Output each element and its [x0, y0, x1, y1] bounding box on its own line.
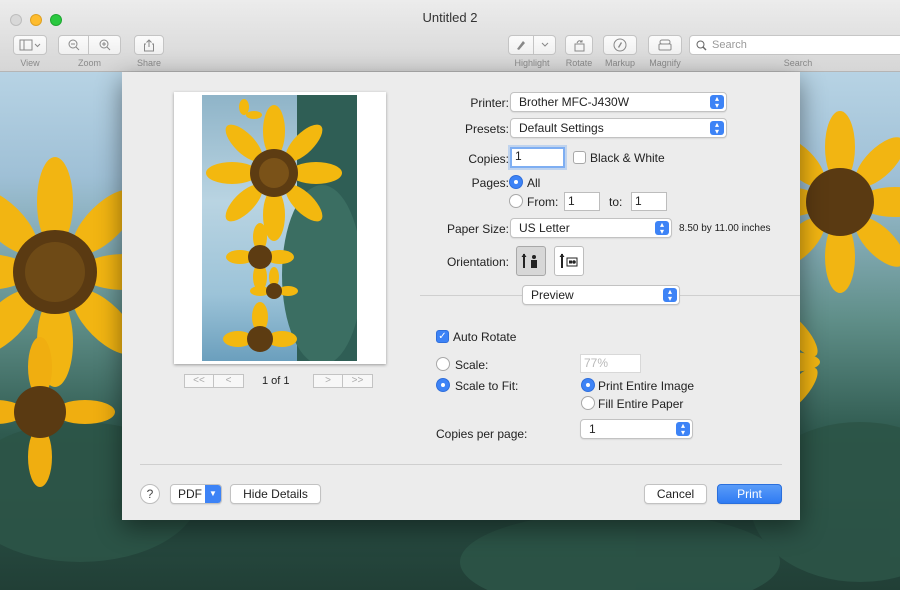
- zoom-out-button[interactable]: [58, 35, 89, 55]
- zoom-in-icon: [99, 39, 110, 51]
- preview-image: [202, 95, 357, 361]
- pager-back-group: << <: [184, 374, 244, 388]
- view-button[interactable]: [13, 35, 47, 55]
- highlight-button[interactable]: [508, 35, 534, 55]
- section-select[interactable]: Preview ▴ ▾: [522, 285, 680, 305]
- scale-field[interactable]: 77%: [580, 354, 641, 373]
- rotate-icon: [574, 39, 584, 51]
- window-title: Untitled 2: [422, 10, 478, 25]
- previous-page-button[interactable]: <: [214, 374, 244, 388]
- magnify-icon: [658, 39, 672, 51]
- presets-value: Default Settings: [519, 121, 604, 135]
- chevron-updown-icon: ▴ ▾: [663, 288, 677, 303]
- printer-label: Printer:: [470, 96, 509, 110]
- highlight-icon: [517, 41, 525, 50]
- highlight-label: Highlight: [514, 58, 550, 68]
- highlight-menu-button[interactable]: [534, 35, 556, 55]
- share-icon: [144, 38, 154, 51]
- zoom-in-button[interactable]: [89, 35, 121, 55]
- portrait-icon: [521, 253, 537, 268]
- auto-rotate-checkbox[interactable]: ✓: [436, 330, 449, 343]
- copies-per-page-select[interactable]: 1 ▴ ▾: [580, 419, 693, 439]
- landscape-icon: [559, 253, 578, 268]
- copies-field[interactable]: 1: [510, 147, 565, 168]
- scale-radio[interactable]: [436, 357, 450, 371]
- view-label: View: [20, 58, 40, 68]
- pager-forward-group: > >>: [313, 374, 373, 388]
- magnify-button[interactable]: [648, 35, 682, 55]
- scale-to-fit-label: Scale to Fit:: [455, 379, 519, 393]
- pages-all-radio[interactable]: [509, 175, 523, 189]
- print-dialog: << < 1 of 1 > >> Printer: Brother MFC-J4…: [122, 72, 800, 520]
- first-page-button[interactable]: <<: [184, 374, 214, 388]
- presets-select[interactable]: Default Settings ▴ ▾: [510, 118, 727, 138]
- pages-to-label: to:: [609, 195, 623, 209]
- printer-select[interactable]: Brother MFC-J430W ▴ ▾: [510, 92, 727, 112]
- paper-size-select[interactable]: US Letter ▴ ▾: [510, 218, 672, 238]
- rotate-label: Rotate: [565, 58, 593, 68]
- zoom-label: Zoom: [77, 58, 101, 68]
- orientation-label: Orientation:: [446, 255, 509, 269]
- chevron-down-icon: ▼: [205, 485, 221, 503]
- cancel-button[interactable]: Cancel: [644, 484, 707, 504]
- pdf-menu-button[interactable]: PDF ▼: [170, 484, 222, 504]
- chevron-updown-icon: ▴ ▾: [655, 221, 669, 236]
- sidebar-icon: [19, 39, 41, 51]
- paper-size-value: US Letter: [519, 221, 570, 235]
- print-button[interactable]: Print: [717, 484, 782, 504]
- zoom-out-icon: [68, 39, 79, 51]
- copies-label: Copies:: [468, 152, 509, 166]
- page-counter: 1 of 1: [262, 375, 290, 387]
- fill-entire-paper-label: Fill Entire Paper: [598, 397, 684, 411]
- paper-size-label: Paper Size:: [446, 222, 509, 236]
- orientation-portrait-button[interactable]: [516, 246, 546, 276]
- section-value: Preview: [531, 288, 574, 302]
- black-white-checkbox[interactable]: [573, 151, 586, 164]
- markup-label: Markup: [604, 58, 635, 68]
- print-preview: [174, 92, 386, 364]
- copies-per-page-label: Copies per page:: [436, 427, 528, 441]
- share-label: Share: [136, 58, 162, 68]
- paper-dimensions: 8.50 by 11.00 inches: [679, 223, 771, 234]
- markup-button[interactable]: [603, 35, 637, 55]
- fill-entire-paper-radio[interactable]: [581, 396, 595, 410]
- chevron-down-icon: [541, 42, 548, 47]
- next-page-button[interactable]: >: [313, 374, 343, 388]
- help-button[interactable]: ?: [140, 484, 160, 504]
- pages-to-field[interactable]: 1: [631, 192, 667, 211]
- chevron-updown-icon: ▴ ▾: [710, 121, 724, 136]
- presets-label: Presets:: [464, 122, 509, 136]
- black-white-label: Black & White: [590, 151, 665, 165]
- search-placeholder: Search: [712, 39, 747, 51]
- auto-rotate-label: Auto Rotate: [453, 330, 517, 344]
- copies-per-page-value: 1: [589, 422, 596, 436]
- last-page-button[interactable]: >>: [343, 374, 373, 388]
- pages-label: Pages:: [471, 176, 509, 190]
- pages-all-label: All: [527, 176, 541, 190]
- search-label: Search: [783, 58, 813, 68]
- bottom-separator: [140, 464, 782, 465]
- window-titlebar: Untitled 2 View Zoom Share Highlight Rot…: [0, 0, 900, 72]
- search-field[interactable]: Search: [689, 35, 900, 55]
- pages-range-radio[interactable]: [509, 194, 523, 208]
- search-icon: [696, 40, 707, 50]
- share-button[interactable]: [134, 35, 164, 55]
- printer-value: Brother MFC-J430W: [519, 95, 630, 109]
- markup-icon: [613, 38, 627, 52]
- chevron-updown-icon: ▴ ▾: [676, 422, 690, 437]
- magnify-label: Magnify: [649, 58, 681, 68]
- print-entire-image-label: Print Entire Image: [598, 379, 695, 393]
- pdf-label: PDF: [178, 487, 202, 501]
- pages-from-label: From:: [527, 195, 559, 209]
- chevron-updown-icon: ▴ ▾: [710, 95, 724, 110]
- rotate-button[interactable]: [565, 35, 593, 55]
- scale-label: Scale:: [455, 358, 489, 372]
- scale-to-fit-radio[interactable]: [436, 378, 450, 392]
- orientation-landscape-button[interactable]: [554, 246, 584, 276]
- print-entire-image-radio[interactable]: [581, 378, 595, 392]
- pages-from-field[interactable]: 1: [564, 192, 600, 211]
- hide-details-button[interactable]: Hide Details: [230, 484, 321, 504]
